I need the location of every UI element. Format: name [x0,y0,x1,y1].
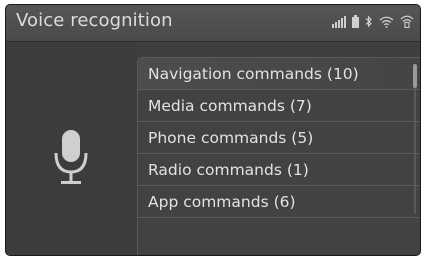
list-item-media-commands[interactable]: Media commands (7) [138,90,420,122]
signal-bars-icon [332,16,346,28]
wifi-hotspot-icon [400,15,414,28]
bluetooth-icon [365,15,372,28]
voice-recognition-screen: Voice recognition Navigation commands (1… [5,4,421,256]
microphone-panel [6,42,137,255]
list-item-phone-commands[interactable]: Phone commands (5) [138,122,420,154]
page-title: Voice recognition [16,10,173,31]
list-item-app-commands[interactable]: App commands (6) [138,186,420,218]
list-item-radio-commands[interactable]: Radio commands (1) [138,154,420,186]
microphone-icon [54,130,88,184]
status-icons [332,14,414,28]
battery-icon [352,15,359,28]
header-bar: Voice recognition [6,5,420,42]
scrollbar-thumb[interactable] [413,64,417,88]
command-list: Navigation commands (10) Media commands … [137,57,420,255]
list-item-navigation-commands[interactable]: Navigation commands (10) [138,58,420,90]
wifi-icon [379,16,394,28]
